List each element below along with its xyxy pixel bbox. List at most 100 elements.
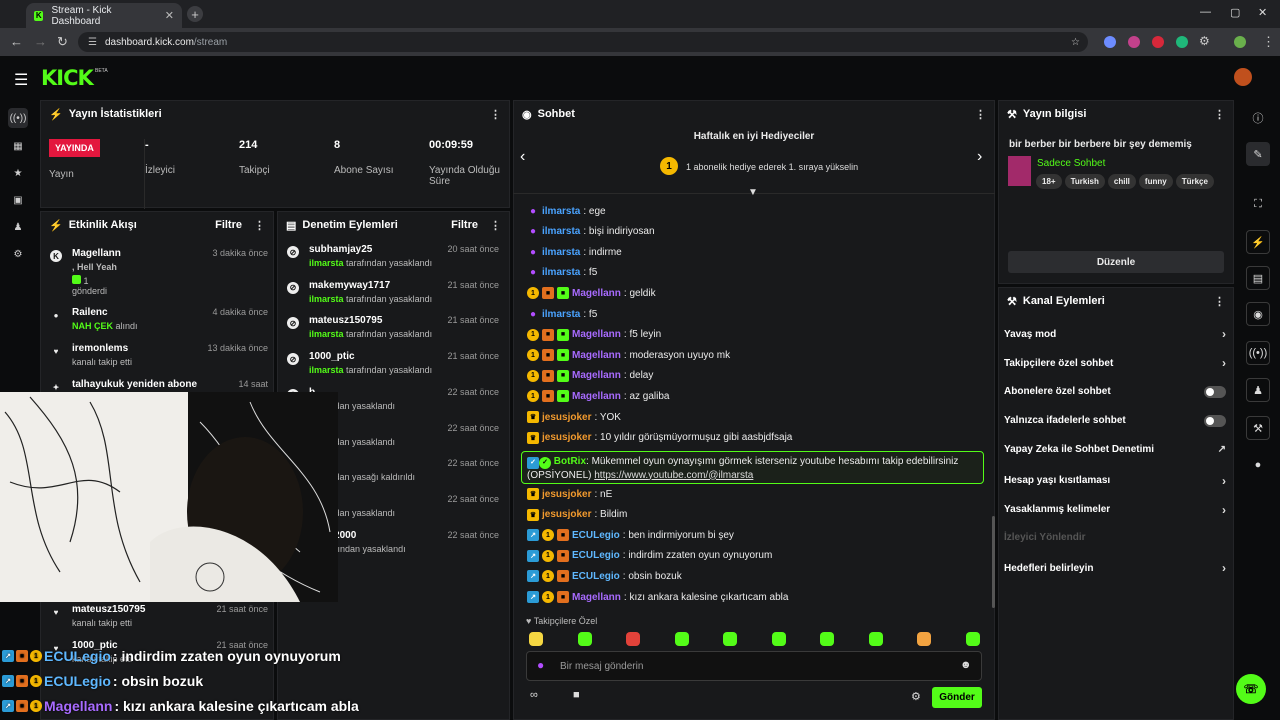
stream-info-menu-icon[interactable]: ⋮	[1214, 108, 1225, 121]
stream-nav-icon[interactable]: ((•))	[8, 108, 28, 128]
chevron-right-icon[interactable]: ›	[1222, 327, 1226, 341]
profile-avatar[interactable]	[1234, 36, 1246, 48]
moderator-name[interactable]: ilmarsta	[309, 258, 344, 268]
site-info-icon[interactable]: ☰	[88, 37, 97, 48]
camera-nav-icon[interactable]: ▣	[8, 190, 28, 210]
activity-user[interactable]: Magellann	[72, 248, 121, 259]
chat-user[interactable]: ilmarsta	[542, 247, 580, 258]
chevron-left-icon[interactable]: ‹	[520, 148, 525, 166]
activity-user[interactable]: mateusz150795	[72, 604, 145, 615]
maximize-icon[interactable]: ▢	[1230, 6, 1240, 19]
chat-settings-icon[interactable]: ⚙	[911, 690, 921, 703]
chat-user[interactable]: ilmarsta	[542, 309, 580, 320]
moderator-name[interactable]: ilmarsta	[309, 329, 344, 339]
chat-user[interactable]: Magellann	[572, 391, 621, 402]
chevron-right-icon[interactable]: ›	[1222, 474, 1226, 488]
extension-icon[interactable]	[1128, 36, 1140, 48]
community-nav-icon[interactable]: ♟	[8, 217, 28, 237]
chat-user[interactable]: jesusjoker	[542, 509, 591, 520]
chat-user[interactable]: Magellann	[572, 350, 621, 361]
tools-widget-icon[interactable]: ⚒	[1246, 416, 1270, 440]
emote-icon[interactable]	[529, 632, 543, 646]
extensions-puzzle-icon[interactable]: ⚙	[1199, 34, 1210, 48]
channel-action-row[interactable]: Yavaş mod ›	[1004, 327, 1226, 341]
stats-menu-icon[interactable]: ⋮	[490, 108, 501, 121]
emote-icon[interactable]	[820, 632, 834, 646]
chevron-right-icon[interactable]: ›	[1222, 503, 1226, 517]
more-widgets-icon[interactable]: ●	[1246, 453, 1270, 477]
chat-user[interactable]: jesusjoker	[542, 489, 591, 500]
channel-actions-menu-icon[interactable]: ⋮	[1214, 295, 1225, 308]
settings-nav-icon[interactable]: ⚙	[8, 244, 28, 264]
chat-user[interactable]: Magellann	[572, 288, 621, 299]
minimize-icon[interactable]: —	[1200, 6, 1211, 18]
chat-user[interactable]: ilmarsta	[542, 267, 580, 278]
dashboard-nav-icon[interactable]: ▦	[8, 136, 28, 156]
extension-icon[interactable]	[1152, 36, 1164, 48]
moderation-menu-icon[interactable]: ⋮	[490, 219, 501, 232]
chat-user[interactable]: ilmarsta	[542, 226, 580, 237]
users-widget-icon[interactable]: ♟	[1246, 378, 1270, 402]
chat-user[interactable]: Magellann	[572, 329, 621, 340]
store-icon[interactable]: ■	[573, 689, 580, 701]
chat-user[interactable]: ECULegio	[572, 530, 620, 541]
chat-user[interactable]: BotRix	[554, 456, 586, 467]
channel-action-row[interactable]: Hedefleri belirleyin ›	[1004, 561, 1226, 575]
activity-filter-button[interactable]: Filtre	[215, 219, 242, 231]
channel-action-row[interactable]: Hesap yaşı kısıtlaması ›	[1004, 474, 1226, 488]
emote-icon[interactable]	[771, 632, 786, 646]
collapse-icon[interactable]: ▼	[748, 187, 758, 198]
toggle-switch[interactable]	[1204, 414, 1226, 427]
chat-user[interactable]: jesusjoker	[542, 412, 591, 423]
channel-action-row[interactable]: Abonelere özel sohbet	[1004, 385, 1226, 398]
chat-user[interactable]: jesusjoker	[542, 432, 591, 443]
chat-scrollbar[interactable]	[992, 516, 995, 608]
chat-user[interactable]: ECULegio	[572, 550, 620, 561]
moderator-name[interactable]: ilmarsta	[309, 294, 344, 304]
bot-link[interactable]: https://www.youtube.com/@ilmarsta	[594, 470, 753, 481]
chat-user[interactable]: ilmarsta	[542, 206, 580, 217]
chat-user[interactable]: ECULegio	[572, 571, 620, 582]
broadcast-widget-icon[interactable]: ((•))	[1246, 341, 1270, 365]
info-icon[interactable]: ⓘ	[1246, 106, 1270, 130]
bookmark-star-icon[interactable]: ☆	[1071, 37, 1080, 48]
emote-icon[interactable]	[965, 632, 980, 646]
emote-icon[interactable]	[917, 632, 931, 646]
emote-icon[interactable]	[723, 632, 737, 646]
tab-close-icon[interactable]: ✕	[165, 9, 174, 22]
fullscreen-icon[interactable]: ⛶	[1246, 192, 1270, 216]
emote-icon[interactable]	[626, 632, 640, 646]
channel-action-row[interactable]: Yalnızca ifadelerle sohbet	[1004, 414, 1226, 427]
activity-menu-icon[interactable]: ⋮	[254, 219, 265, 232]
kick-logo[interactable]: KICK	[41, 66, 94, 90]
emote-icon[interactable]	[674, 632, 689, 646]
bolt-widget-icon[interactable]: ⚡	[1246, 230, 1270, 254]
close-window-icon[interactable]: ✕	[1258, 6, 1267, 19]
moderation-user[interactable]: subhamjay25	[309, 244, 372, 255]
hamburger-menu-icon[interactable]: ☰	[14, 70, 28, 90]
back-icon[interactable]: ←	[10, 34, 23, 49]
activity-user[interactable]: talhayukuk yeniden abone	[72, 379, 197, 390]
activity-user[interactable]: Railenc	[72, 307, 108, 318]
trophy-nav-icon[interactable]: ★	[8, 163, 28, 183]
notes-widget-icon[interactable]: ▤	[1246, 266, 1270, 290]
new-tab-button[interactable]: +	[187, 6, 203, 22]
browser-menu-icon[interactable]: ⋮	[1262, 34, 1275, 50]
channel-action-row[interactable]: Takipçilere özel sohbet ›	[1004, 356, 1226, 370]
channel-action-row[interactable]: Yasaklanmış kelimeler ›	[1004, 503, 1226, 517]
chevron-right-icon[interactable]: ›	[1222, 561, 1226, 575]
category-name[interactable]: Sadece Sohbet	[1037, 158, 1105, 169]
chat-user[interactable]: Magellann	[572, 592, 621, 603]
activity-user[interactable]: iremonlems	[72, 343, 128, 354]
toggle-switch[interactable]	[1204, 385, 1226, 398]
channel-action-row[interactable]: Yapay Zeka ile Sohbet Denetimi ↗	[1004, 444, 1226, 455]
external-link-icon[interactable]: ↗	[1218, 444, 1226, 455]
support-chat-icon[interactable]: ☏	[1236, 674, 1266, 704]
edit-pencil-icon[interactable]: ✎	[1246, 142, 1270, 166]
edit-button[interactable]: Düzenle	[1008, 251, 1224, 273]
emote-icon[interactable]	[577, 632, 592, 646]
reload-icon[interactable]: ↻	[57, 34, 68, 50]
browser-tab[interactable]: K Stream - Kick Dashboard ✕	[26, 3, 182, 28]
user-avatar[interactable]	[1234, 68, 1252, 86]
channel-action-row[interactable]: İzleyici Yönlendir	[1004, 532, 1226, 543]
